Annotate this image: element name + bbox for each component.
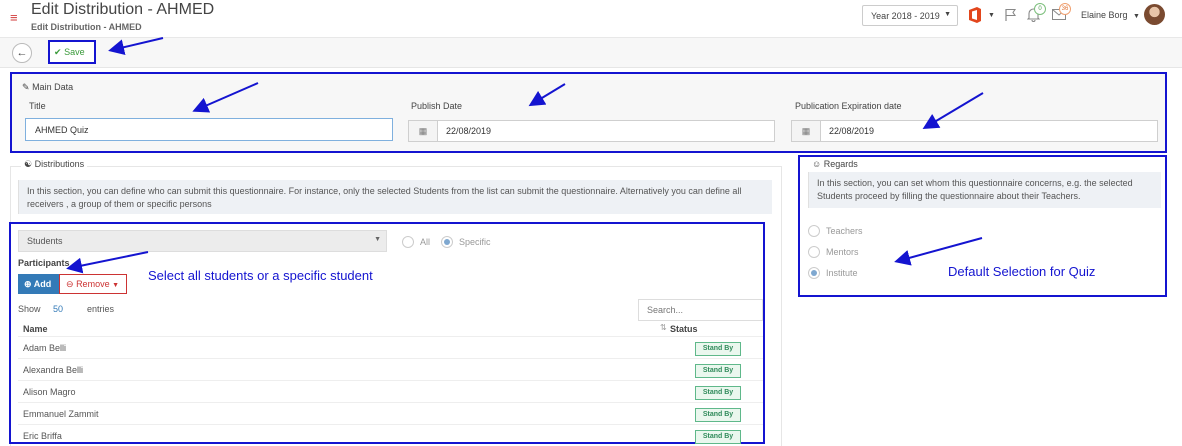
- annotation-arrow: [66, 251, 149, 274]
- annotation-arrow: [192, 82, 259, 113]
- annotation-arrow: [528, 83, 566, 107]
- annotation-arrows: [66, 37, 984, 274]
- annotation-arrow: [922, 92, 984, 130]
- annotation-arrow: [108, 37, 164, 56]
- annotation-arrow: [894, 237, 983, 266]
